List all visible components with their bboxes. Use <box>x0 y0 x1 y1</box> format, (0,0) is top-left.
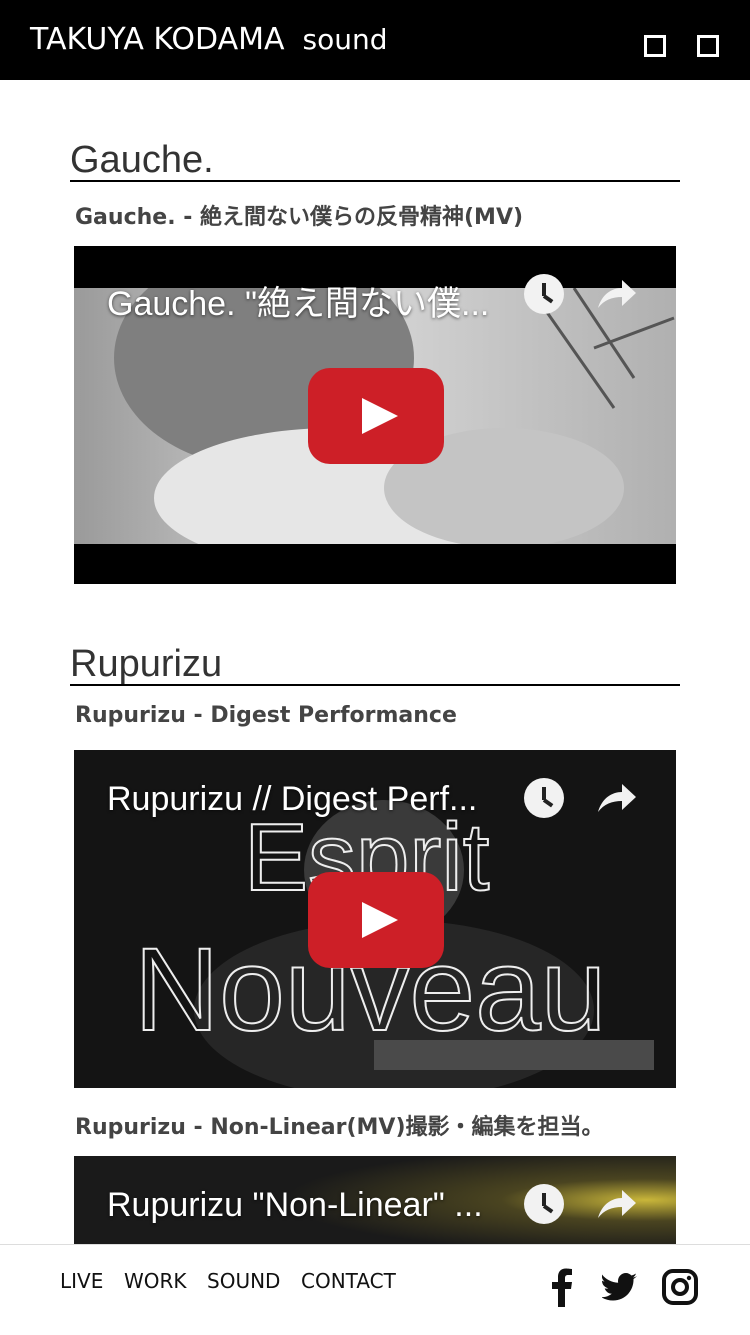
watch-later-icon[interactable] <box>524 1184 564 1224</box>
nav-live[interactable]: LIVE <box>60 1269 103 1293</box>
section-title-rupurizu: Rupurizu <box>70 644 680 686</box>
twitter-icon[interactable] <box>602 1267 638 1307</box>
top-header: TAKUYA KODAMA sound <box>0 0 750 80</box>
share-icon[interactable] <box>594 780 638 816</box>
video-embed[interactable]: Gauche. "絶え間ない僕... <box>74 246 676 584</box>
play-button[interactable] <box>308 872 444 968</box>
watch-later-icon[interactable] <box>524 274 564 314</box>
instagram-icon[interactable] <box>662 1267 698 1307</box>
video-caption: Rupurizu - Digest Performance <box>75 703 457 728</box>
video-caption: Rupurizu - Non-Linear(MV)撮影・編集を担当。 <box>75 1115 604 1140</box>
section-title-gauche: Gauche. <box>70 140 680 182</box>
brand-subtitle: sound <box>302 23 388 56</box>
nav-contact[interactable]: CONTACT <box>301 1269 396 1293</box>
facebook-icon[interactable] <box>546 1267 576 1307</box>
video-embed[interactable]: Esprit Nouveau Rupurizu // Digest Perf..… <box>74 750 676 1088</box>
video-title: Rupurizu // Digest Perf... <box>107 780 478 818</box>
square-icon[interactable] <box>644 35 666 57</box>
video-embed[interactable]: Rupurizu "Non-Linear" ... <box>74 1156 676 1244</box>
video-caption: Gauche. - 絶え間ない僕らの反骨精神(MV) <box>75 205 524 230</box>
bottom-nav: LIVE WORK SOUND CONTACT <box>0 1244 750 1335</box>
nav-sound[interactable]: SOUND <box>207 1269 280 1293</box>
brand-name: TAKUYA KODAMA <box>30 22 285 57</box>
video-title: Gauche. "絶え間ない僕... <box>107 285 490 323</box>
nav-work[interactable]: WORK <box>124 1269 187 1293</box>
site-brand[interactable]: TAKUYA KODAMA sound <box>30 22 388 57</box>
square-icon[interactable] <box>697 35 719 57</box>
share-icon[interactable] <box>594 276 638 312</box>
watch-later-icon[interactable] <box>524 778 564 818</box>
play-button[interactable] <box>308 368 444 464</box>
video-title: Rupurizu "Non-Linear" ... <box>107 1186 483 1224</box>
share-icon[interactable] <box>594 1186 638 1222</box>
